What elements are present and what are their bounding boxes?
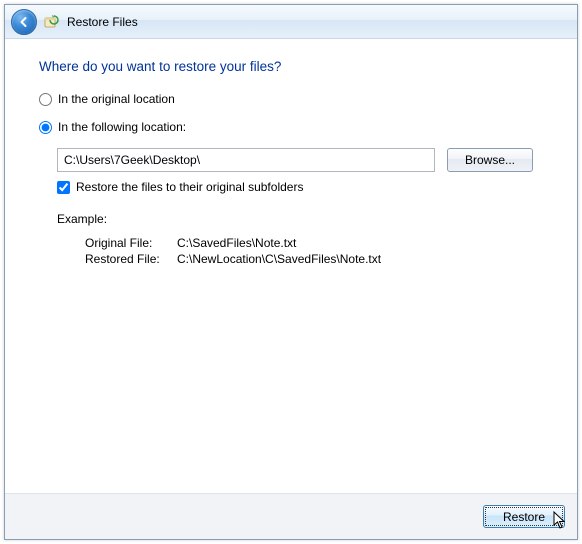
- option-following-label: In the following location:: [58, 120, 186, 134]
- back-button[interactable]: [11, 9, 37, 35]
- example-label: Example:: [57, 212, 543, 226]
- restore-path-input[interactable]: [57, 148, 435, 172]
- browse-button[interactable]: Browse...: [447, 148, 533, 172]
- dialog-content: Where do you want to restore your files?…: [5, 39, 577, 493]
- restore-button[interactable]: Restore: [483, 505, 565, 528]
- option-original-label: In the original location: [58, 92, 175, 106]
- restore-subfolders-label: Restore the files to their original subf…: [76, 180, 303, 194]
- example-grid: Original File: C:\SavedFiles\Note.txt Re…: [85, 236, 543, 266]
- following-location-block: Browse... Restore the files to their ori…: [57, 148, 543, 266]
- path-row: Browse...: [57, 148, 543, 172]
- dialog-header: Restore Files: [5, 5, 577, 39]
- restore-files-dialog: Restore Files Where do you want to resto…: [4, 4, 578, 540]
- example-restored-value: C:\NewLocation\C\SavedFiles\Note.txt: [177, 252, 543, 266]
- arrow-left-icon: [17, 15, 31, 29]
- option-original-location[interactable]: In the original location: [39, 92, 543, 106]
- example-original-label: Original File:: [85, 236, 177, 250]
- example-original-value: C:\SavedFiles\Note.txt: [177, 236, 543, 250]
- dialog-title: Restore Files: [67, 15, 138, 29]
- radio-original-location[interactable]: [39, 93, 52, 106]
- restore-subfolders-checkbox[interactable]: [57, 181, 70, 194]
- radio-following-location[interactable]: [39, 121, 52, 134]
- restore-subfolders-option[interactable]: Restore the files to their original subf…: [57, 180, 543, 194]
- dialog-footer: Restore: [5, 493, 577, 539]
- restore-files-icon: [43, 13, 61, 31]
- option-following-location[interactable]: In the following location:: [39, 120, 543, 134]
- page-heading: Where do you want to restore your files?: [39, 59, 543, 74]
- example-restored-label: Restored File:: [85, 252, 177, 266]
